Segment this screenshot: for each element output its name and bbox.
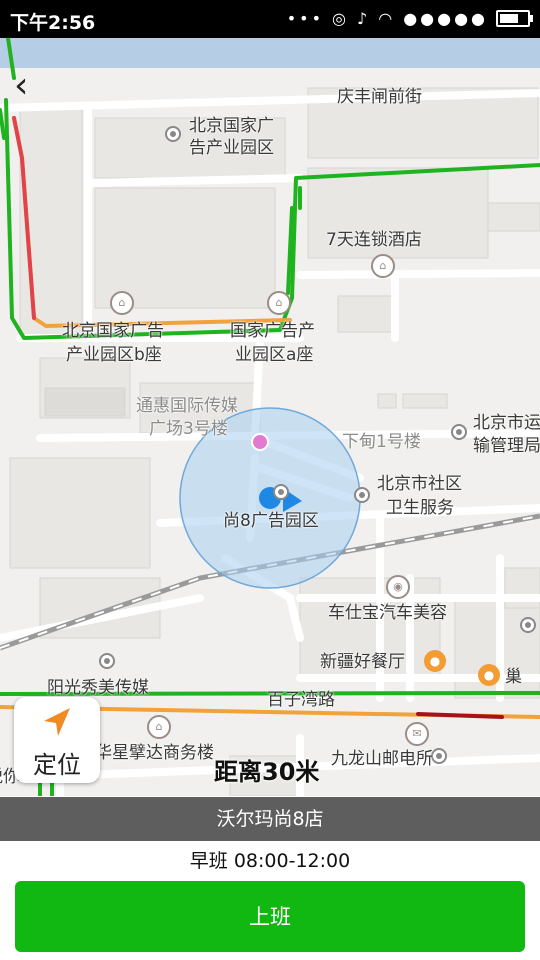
map-label: 输管理局 — [473, 436, 540, 456]
map-label: 北京市运 — [473, 413, 540, 433]
map-label: 通惠国际传媒 — [136, 396, 238, 416]
poi-dot-icon — [273, 484, 289, 500]
map-label: 华星擘达商务楼 — [95, 743, 214, 763]
map-label: 庆丰闸前街 — [337, 87, 422, 107]
river-area — [0, 38, 540, 68]
back-button[interactable]: ‹ — [14, 68, 44, 108]
signal-icon: ●●●●● — [403, 9, 488, 28]
hotel-bed-icon: ⌂ — [371, 254, 395, 278]
poi-dot-icon — [99, 653, 115, 669]
poi-dot-icon — [431, 748, 447, 764]
map-label: 九龙山邮电所 — [331, 749, 433, 769]
map-label: 业园区a座 — [235, 345, 314, 365]
map-label: 尚8广告园区 — [223, 511, 319, 531]
food-icon: ● — [424, 650, 446, 672]
pink-poi-marker — [251, 433, 269, 451]
map-label: 车仕宝汽车美容 — [328, 603, 447, 623]
post-office-icon: ✉ — [405, 722, 429, 746]
map-label: 阳光秀美传媒 — [47, 678, 149, 698]
map-label: 产业园区b座 — [66, 345, 162, 365]
poi-dot-icon — [451, 424, 467, 440]
chevron-left-icon: ‹ — [14, 65, 29, 106]
status-bar: 下午2:56 ••• ◎ ♪ ◠ ●●●●● — [0, 0, 540, 38]
map-label: 北京国家广 — [189, 116, 274, 136]
map-label: 国家广告产 — [230, 321, 315, 341]
navigation-arrow-icon — [44, 708, 70, 736]
map-label: 7天连锁酒店 — [326, 230, 422, 250]
poi-dot-icon — [520, 617, 536, 633]
poi-dot-icon — [354, 487, 370, 503]
distance-text: 距离30米 — [214, 758, 320, 786]
store-name: 沃尔玛尚8店 — [0, 797, 540, 841]
building-icon: ⌂ — [267, 291, 291, 315]
notification-dots-icon: ••• — [286, 9, 325, 28]
map-label: 卫生服务 — [386, 498, 454, 518]
building-icon: ⌂ — [147, 715, 171, 739]
mute-icon: ♪ — [357, 9, 371, 28]
sync-icon: ◎ — [332, 9, 349, 28]
map-label: 广场3号楼 — [149, 419, 228, 439]
shift-time: 早班 08:00-12:00 — [0, 841, 540, 879]
map-label: 下甸1号楼 — [342, 432, 421, 452]
poi-dot-icon — [165, 126, 181, 142]
car-icon: ◉ — [386, 575, 410, 599]
map-label: 新疆好餐厅 — [320, 652, 405, 672]
food-icon: ● — [478, 664, 500, 686]
map-label: 北京市社区 — [377, 474, 462, 494]
locate-button[interactable]: 定位 — [14, 697, 100, 783]
locate-button-label: 定位 — [33, 751, 81, 779]
map-view[interactable]: ⌂ ⌂ ⌂ ◉ ● ● ⌂ ✉ 庆丰闸前街 北京国家广 告产业园区 7天连锁酒店… — [0, 38, 540, 796]
clock-in-button[interactable]: 上班 — [15, 881, 525, 952]
map-label: 告产业园区 — [189, 138, 274, 158]
building-icon: ⌂ — [110, 291, 134, 315]
status-time: 下午2:56 — [10, 12, 96, 34]
map-label: 巢 — [505, 667, 522, 687]
map-label: 北京国家广告 — [62, 321, 164, 341]
status-icons: ••• ◎ ♪ ◠ ●●●●● — [286, 9, 533, 28]
map-label: 百子湾路 — [267, 690, 335, 710]
battery-icon — [496, 10, 533, 27]
wifi-icon: ◠ — [378, 9, 396, 28]
